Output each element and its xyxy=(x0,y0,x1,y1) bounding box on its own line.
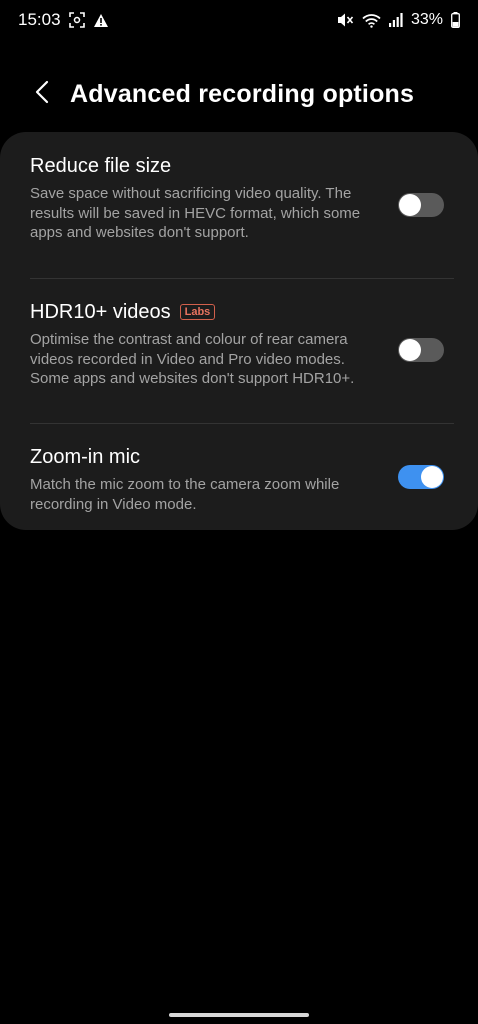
toggle-knob xyxy=(421,466,443,488)
setting-description: Save space without sacrificing video qua… xyxy=(30,185,361,241)
hdr10-videos-toggle[interactable] xyxy=(398,338,444,362)
reduce-file-size-toggle[interactable] xyxy=(398,193,444,217)
chevron-left-icon xyxy=(35,80,49,109)
app-bar: Advanced recording options xyxy=(0,70,478,118)
warning-icon xyxy=(93,13,109,28)
battery-icon xyxy=(451,12,460,28)
setting-description: Match the mic zoom to the camera zoom wh… xyxy=(30,476,340,513)
labs-badge: Labs xyxy=(179,304,216,320)
screenshot-icon xyxy=(68,12,85,28)
settings-card: Reduce file size Save space without sacr… xyxy=(0,132,478,530)
toggle-knob xyxy=(399,194,421,216)
status-bar: 15:03 33% xyxy=(0,0,478,40)
home-indicator[interactable] xyxy=(169,1013,309,1017)
zoom-in-mic-toggle[interactable] xyxy=(398,465,444,489)
signal-icon xyxy=(388,13,403,27)
status-right: 33% xyxy=(337,11,460,29)
battery-percent: 33% xyxy=(410,11,443,28)
mute-icon xyxy=(337,12,354,28)
setting-title: HDR10+ videos Labs xyxy=(30,299,478,325)
back-button[interactable] xyxy=(22,74,62,114)
setting-title-text: HDR10+ videos xyxy=(30,301,171,323)
wifi-icon xyxy=(362,13,381,28)
setting-title: Reduce file size xyxy=(30,153,478,179)
status-time: 15:03 xyxy=(18,10,61,29)
setting-title-text: Reduce file size xyxy=(30,155,172,177)
page-title: Advanced recording options xyxy=(70,79,415,108)
setting-title-text: Zoom-in mic xyxy=(30,446,141,468)
status-left: 15:03 xyxy=(18,10,109,30)
divider xyxy=(30,423,454,424)
divider xyxy=(30,278,454,279)
toggle-knob xyxy=(399,339,421,361)
setting-description: Optimise the contrast and colour of rear… xyxy=(30,331,355,387)
